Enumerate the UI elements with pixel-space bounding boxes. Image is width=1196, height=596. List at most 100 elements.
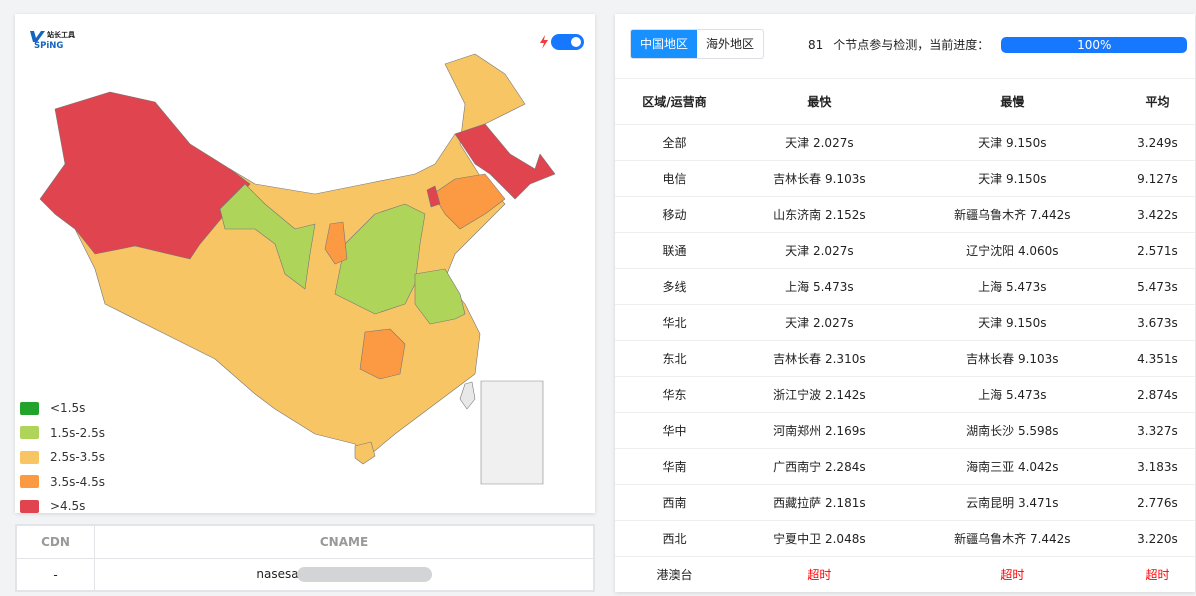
table-row: 全部 天津 2.027s 天津 9.150s 3.249s xyxy=(615,124,1195,161)
col-region: 区域/运营商 xyxy=(642,95,707,109)
lightning-icon xyxy=(540,35,548,49)
progress-label: 100% xyxy=(1077,37,1112,52)
table-row: 移动 山东济南 2.152s 新疆乌鲁木齐 7.442s 3.422s xyxy=(615,196,1195,233)
legend-item[interactable]: <1.5s xyxy=(20,396,105,421)
region-cell: 全部 xyxy=(615,124,734,161)
map-legend: <1.5s 1.5s-2.5s 2.5s-3.5s 3.5s-4.5s >4.5… xyxy=(20,396,105,519)
region-cell: 西北 xyxy=(615,520,734,557)
legend-item[interactable]: 2.5s-3.5s xyxy=(20,445,105,470)
speed-table: 区域/运营商 最快 最慢 平均 全部 天津 2.027s 天津 9.150s 3.24… xyxy=(615,78,1195,593)
fastest-cell: 西藏拉萨 2.181s xyxy=(733,484,905,521)
region-cell: 华中 xyxy=(615,412,734,449)
progress-status: 81 个节点参与检测，当前进度： 100% xyxy=(808,36,1188,53)
fastest-cell: 广西南宁 2.284s xyxy=(733,448,905,485)
legend-swatch xyxy=(20,426,39,440)
table-row: 西南 西藏拉萨 2.181s 云南昆明 3.471s 2.776s xyxy=(615,484,1195,521)
fastest-cell: 山东济南 2.152s xyxy=(733,196,905,233)
average-cell: 3.327s xyxy=(1119,412,1195,449)
average-cell: 3.249s xyxy=(1119,124,1195,161)
average-cell: 3.220s xyxy=(1119,520,1195,557)
cdn-value: - xyxy=(16,558,95,591)
legend-swatch xyxy=(20,475,39,489)
legend-item[interactable]: 3.5s-4.5s xyxy=(20,470,105,495)
average-cell: 5.473s xyxy=(1119,268,1195,305)
region-cell: 港澳台 xyxy=(615,556,734,593)
table-row: 华中 河南郑州 2.169s 湖南长沙 5.598s 3.327s xyxy=(615,412,1195,449)
slowest-cell: 超时 xyxy=(904,556,1120,593)
slowest-cell: 天津 9.150s xyxy=(904,124,1120,161)
average-cell: 4.351s xyxy=(1119,340,1195,377)
results-card: 中国地区 海外地区 81 个节点参与检测，当前进度： 100% 区域/运营商 最… xyxy=(615,14,1195,593)
region-tabs: 中国地区 海外地区 xyxy=(630,29,765,59)
map-card: 站长工具 SPiNG <1.5s 1.5s-2.5s 2.5s-3.5s 3.5… xyxy=(15,14,595,513)
region-cell: 东北 xyxy=(615,340,734,377)
slowest-cell: 上海 5.473s xyxy=(904,376,1120,413)
region-cell: 华北 xyxy=(615,304,734,341)
vsping-logo: 站长工具 SPiNG xyxy=(30,30,75,50)
average-cell: 2.874s xyxy=(1119,376,1195,413)
tab-china[interactable]: 中国地区 xyxy=(631,30,698,58)
table-row: 港澳台 超时 超时 超时 xyxy=(615,556,1195,593)
average-cell: 3.422s xyxy=(1119,196,1195,233)
average-cell: 9.127s xyxy=(1119,160,1195,197)
slowest-cell: 新疆乌鲁木齐 7.442s xyxy=(904,196,1120,233)
cname-header: CNAME xyxy=(94,525,594,559)
tab-overseas[interactable]: 海外地区 xyxy=(697,30,763,58)
fastest-cell: 河南郑州 2.169s xyxy=(733,412,905,449)
cname-value: nasesa xyxy=(94,558,594,591)
fastest-cell: 宁夏中卫 2.048s xyxy=(733,520,905,557)
table-row: 华南 广西南宁 2.284s 海南三亚 4.042s 3.183s xyxy=(615,448,1195,485)
fastest-cell: 天津 2.027s xyxy=(733,124,905,161)
slowest-cell: 湖南长沙 5.598s xyxy=(904,412,1120,449)
cdn-table: CDN CNAME - nasesa xyxy=(15,524,595,592)
table-row: 华东 浙江宁波 2.142s 上海 5.473s 2.874s xyxy=(615,376,1195,413)
region-cell: 移动 xyxy=(615,196,734,233)
slowest-cell: 吉林长春 9.103s xyxy=(904,340,1120,377)
table-row: 联通 天津 2.027s 辽宁沈阳 4.060s 2.571s xyxy=(615,232,1195,269)
slowest-cell: 海南三亚 4.042s xyxy=(904,448,1120,485)
region-cell: 多线 xyxy=(615,268,734,305)
legend-swatch xyxy=(20,401,39,415)
average-cell: 3.183s xyxy=(1119,448,1195,485)
node-count: 81 xyxy=(808,37,824,52)
legend-swatch xyxy=(20,499,39,513)
legend-swatch xyxy=(20,450,39,464)
fastest-cell: 浙江宁波 2.142s xyxy=(733,376,905,413)
table-row: 西北 宁夏中卫 2.048s 新疆乌鲁木齐 7.442s 3.220s xyxy=(615,520,1195,557)
map-region-taiwan[interactable] xyxy=(459,381,476,410)
slowest-cell: 天津 9.150s xyxy=(904,160,1120,197)
col-average: 平均 xyxy=(1145,95,1170,109)
table-row: 电信 吉林长春 9.103s 天津 9.150s 9.127s xyxy=(615,160,1195,197)
average-cell: 3.673s xyxy=(1119,304,1195,341)
region-cell: 西南 xyxy=(615,484,734,521)
fastest-cell: 天津 2.027s xyxy=(733,304,905,341)
region-cell: 电信 xyxy=(615,160,734,197)
slowest-cell: 云南昆明 3.471s xyxy=(904,484,1120,521)
col-fastest: 最快 xyxy=(807,95,832,109)
table-row: 东北 吉林长春 2.310s 吉林长春 9.103s 4.351s xyxy=(615,340,1195,377)
svg-text:SPiNG: SPiNG xyxy=(34,41,63,50)
legend-item[interactable]: 1.5s-2.5s xyxy=(20,421,105,446)
fastest-cell: 吉林长春 2.310s xyxy=(733,340,905,377)
fastest-cell: 上海 5.473s xyxy=(733,268,905,305)
legend-item[interactable]: >4.5s xyxy=(20,494,105,519)
refresh-toggle[interactable] xyxy=(540,34,584,50)
cdn-header: CDN xyxy=(16,525,95,559)
map-region-hainan[interactable] xyxy=(354,441,376,465)
slowest-cell: 辽宁沈阳 4.060s xyxy=(904,232,1120,269)
fastest-cell: 天津 2.027s xyxy=(733,232,905,269)
table-row: 华北 天津 2.027s 天津 9.150s 3.673s xyxy=(615,304,1195,341)
slowest-cell: 天津 9.150s xyxy=(904,304,1120,341)
fastest-cell: 超时 xyxy=(733,556,905,593)
fastest-cell: 吉林长春 9.103s xyxy=(733,160,905,197)
average-cell: 超时 xyxy=(1119,556,1195,593)
slowest-cell: 上海 5.473s xyxy=(904,268,1120,305)
col-slowest: 最慢 xyxy=(1000,95,1025,109)
progress-bar: 100% xyxy=(1001,36,1188,53)
toggle-switch[interactable] xyxy=(551,34,584,50)
average-cell: 2.571s xyxy=(1119,232,1195,269)
svg-text:站长工具: 站长工具 xyxy=(47,30,75,39)
region-cell: 华东 xyxy=(615,376,734,413)
region-cell: 联通 xyxy=(615,232,734,269)
region-cell: 华南 xyxy=(615,448,734,485)
